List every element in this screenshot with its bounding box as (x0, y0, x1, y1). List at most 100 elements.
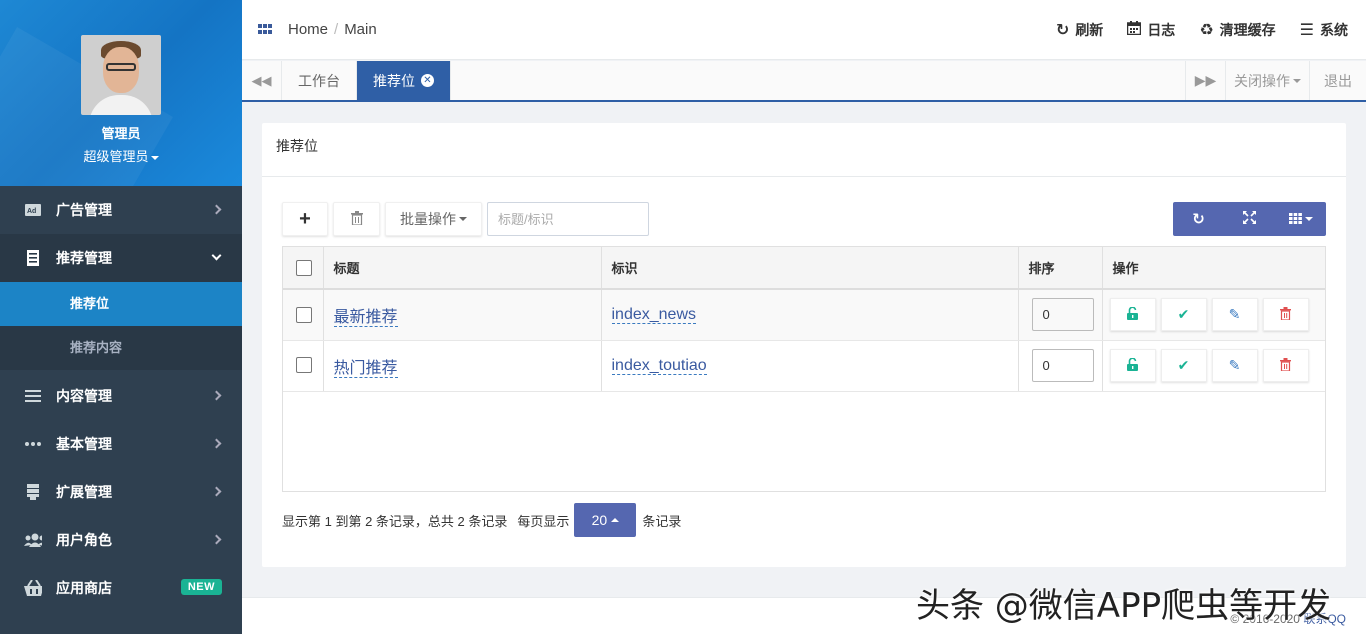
new-badge: NEW (180, 579, 222, 595)
sidebar-item-recommend[interactable]: 推荐管理 (0, 234, 242, 282)
trash-icon (350, 210, 363, 228)
breadcrumb: Home / Main (288, 21, 377, 38)
fullscreen-icon (1243, 210, 1256, 228)
profile-role-dropdown[interactable]: 超级管理员 (0, 146, 242, 165)
refresh-table-button[interactable]: ↻ (1173, 202, 1224, 236)
delete-row-button[interactable] (1262, 349, 1309, 382)
logout-label: 退出 (1324, 72, 1352, 89)
trash-icon (1280, 306, 1291, 323)
sidebar-item-label: 推荐管理 (56, 250, 112, 266)
sidebar-item-store[interactable]: 应用商店 NEW (0, 564, 242, 612)
header-key[interactable]: 标识 (601, 247, 1019, 289)
row-key-link[interactable]: index_news (611, 305, 696, 324)
pagination: 显示第 1 到第 2 条记录，总共 2 条记录 每页显示 20 条记录 (282, 503, 681, 537)
check-icon: ✔ (1177, 357, 1190, 373)
row-title-link[interactable]: 热门推荐 (333, 359, 398, 378)
close-tab-icon[interactable]: ✕ (421, 74, 434, 87)
trash-icon (1280, 357, 1291, 374)
recycle-icon: ♻ (1199, 22, 1214, 39)
select-all-checkbox[interactable] (296, 259, 312, 276)
tab-workbench[interactable]: 工作台 (282, 61, 357, 100)
unlock-icon (1127, 306, 1138, 323)
checklist-icon: ☰ (1299, 22, 1314, 39)
clear-cache-button[interactable]: ♻ 清理缓存 (1199, 20, 1275, 40)
check-icon: ✔ (1177, 306, 1190, 323)
sidebar: 管理员 超级管理员 Ad 广告管理 推荐管理 推荐位 推荐内容 内容管理 基本管… (0, 0, 242, 634)
edit-icon: ✎ (1228, 306, 1241, 323)
breadcrumb-home[interactable]: Home (288, 21, 328, 38)
caret-down-icon (1304, 217, 1313, 221)
watermark: 头条 @微信APP爬虫等开发 (916, 586, 1332, 626)
columns-dropdown[interactable] (1275, 202, 1326, 236)
tab-position[interactable]: 推荐位 ✕ (357, 61, 451, 100)
per-page-suffix: 条记录 (642, 513, 682, 529)
sort-input[interactable]: 0 (1031, 298, 1094, 332)
search-input[interactable] (487, 202, 649, 236)
caret-down-icon (459, 217, 467, 221)
fullscreen-button[interactable] (1224, 202, 1275, 236)
delete-row-button[interactable] (1262, 298, 1309, 332)
sidebar-item-label: 扩展管理 (56, 484, 112, 500)
add-button[interactable]: + (282, 202, 328, 236)
profile-name: 管理员 (101, 126, 141, 141)
svg-text:Ad: Ad (27, 208, 36, 215)
sidebar-item-label: 应用商店 (56, 580, 112, 596)
row-checkbox[interactable] (296, 357, 312, 374)
row-title-link[interactable]: 最新推荐 (333, 308, 398, 327)
approve-button[interactable]: ✔ (1160, 349, 1207, 382)
sidebar-item-label: 基本管理 (56, 436, 112, 452)
table-row: 最新推荐 index_news 0 ✔ ✎ (283, 289, 1325, 341)
edit-button[interactable]: ✎ (1211, 298, 1258, 332)
tab-scroll-left-button[interactable]: ◀◀ (242, 61, 282, 100)
tabs-bar: ◀◀ 工作台 推荐位 ✕ ▶▶ 关闭操作 退出 (242, 61, 1366, 102)
avatar[interactable] (81, 35, 161, 115)
breadcrumb-current: Main (344, 21, 377, 38)
double-left-icon: ◀◀ (251, 72, 272, 88)
edit-button[interactable]: ✎ (1211, 349, 1258, 382)
sidebar-item-label: 广告管理 (56, 202, 112, 218)
clear-cache-label: 清理缓存 (1219, 22, 1276, 38)
close-ops-dropdown[interactable]: 关闭操作 (1225, 61, 1309, 100)
log-label: 日志 (1147, 22, 1176, 38)
calendar-icon (1127, 20, 1142, 40)
unlock-button[interactable] (1109, 349, 1156, 382)
row-key-link[interactable]: index_toutiao (611, 356, 707, 375)
log-button[interactable]: 日志 (1127, 20, 1175, 40)
table-toolbar: + 批量操作 (282, 202, 649, 236)
row-checkbox[interactable] (296, 306, 312, 323)
approve-button[interactable]: ✔ (1160, 298, 1207, 332)
unlock-icon (1127, 356, 1138, 374)
refresh-button[interactable]: ↻ 刷新 (1056, 20, 1103, 40)
system-button[interactable]: ☰ 系统 (1300, 20, 1348, 40)
double-right-icon: ▶▶ (1194, 72, 1217, 88)
sidebar-item-basic[interactable]: 基本管理 (0, 420, 242, 468)
delete-button[interactable] (333, 202, 380, 236)
sidebar-subitem-position[interactable]: 推荐位 (0, 282, 242, 326)
page-size-value: 20 (591, 512, 608, 528)
tab-scroll-right-button[interactable]: ▶▶ (1185, 61, 1225, 100)
sort-input[interactable]: 0 (1031, 349, 1094, 382)
logout-button[interactable]: 退出 (1309, 61, 1366, 100)
unlock-button[interactable] (1109, 298, 1156, 332)
users-icon (24, 531, 42, 549)
close-ops-label: 关闭操作 (1234, 72, 1290, 89)
table-tools-group: ↻ (1173, 202, 1326, 236)
sidebar-item-label: 内容管理 (56, 388, 112, 404)
sidebar-item-users[interactable]: 用户角色 (0, 516, 242, 564)
caret-down-icon (150, 155, 159, 160)
header-sort[interactable]: 排序 (1018, 247, 1103, 289)
sidebar-subitem-content[interactable]: 推荐内容 (0, 326, 242, 370)
chevron-right-icon (211, 390, 222, 401)
apps-grid-icon[interactable] (258, 23, 272, 36)
table-row: 热门推荐 index_toutiao 0 ✔ ✎ (283, 340, 1325, 392)
select-all-cell (283, 247, 324, 289)
page-size-dropdown[interactable]: 20 (574, 503, 637, 537)
batch-ops-dropdown[interactable]: 批量操作 (385, 202, 482, 236)
sidebar-item-ads[interactable]: Ad 广告管理 (0, 186, 242, 234)
header-title[interactable]: 标题 (323, 247, 602, 289)
sidebar-item-extend[interactable]: 扩展管理 (0, 468, 242, 516)
menu-icon (24, 387, 42, 405)
refresh-icon: ↻ (1192, 211, 1205, 228)
batch-ops-label: 批量操作 (400, 211, 456, 227)
sidebar-item-content[interactable]: 内容管理 (0, 372, 242, 420)
